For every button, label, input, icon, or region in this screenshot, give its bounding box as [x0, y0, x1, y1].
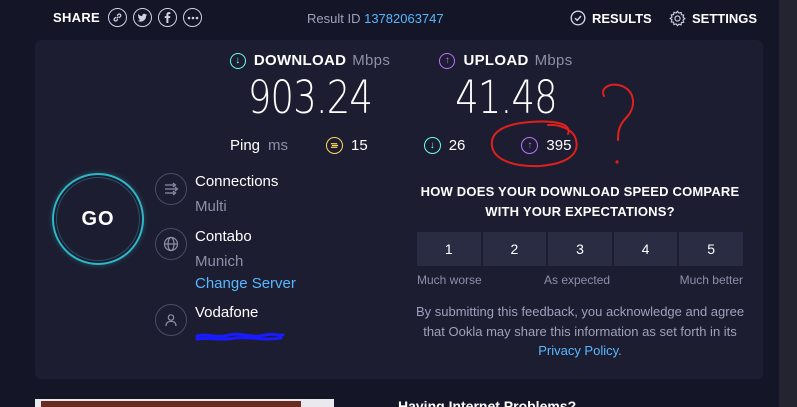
results-panel: ↓ DOWNLOAD Mbps 903.24 ↑ UPLOAD Mbps 41.… [35, 40, 763, 379]
rating-button-3[interactable]: 3 [548, 232, 612, 266]
facebook-icon[interactable] [158, 8, 178, 27]
ping-label: Ping [230, 137, 261, 154]
settings-button[interactable]: SETTINGS [669, 10, 757, 27]
more-icon[interactable] [183, 8, 203, 27]
upload-unit: Mbps [534, 52, 573, 69]
jitter-icon [326, 137, 344, 154]
ping-row: Ping ms 15 ↓ 26 ↑ 395 [230, 137, 627, 154]
rating-high-label: Much better [679, 273, 743, 287]
connections-mode: Multi [195, 198, 227, 215]
ping-download-value: 26 [448, 137, 466, 154]
download-label: DOWNLOAD [253, 52, 347, 69]
download-arrow-icon: ↓ [423, 137, 441, 154]
feedback-disclaimer-text: By submitting this feedback, you acknowl… [415, 304, 745, 339]
rating-mid-label: As expected [544, 273, 611, 287]
ping-idle: 15 [326, 137, 368, 154]
upload-value: 41.48 [455, 71, 557, 124]
ad-image [41, 401, 301, 407]
redaction-scribble [195, 332, 285, 341]
user-icon [155, 304, 187, 336]
rating-button-4[interactable]: 4 [613, 232, 678, 266]
download-unit: Mbps [352, 52, 391, 69]
advertisement[interactable]: ✕ [35, 399, 334, 407]
provider-name: Vodafone [195, 304, 259, 321]
connections-title: Connections [195, 173, 279, 190]
change-server-link[interactable]: Change Server [195, 275, 296, 292]
internet-problems-heading: Having Internet Problems? [398, 398, 577, 407]
twitter-icon[interactable] [133, 8, 153, 27]
scrollbar-track[interactable] [779, 0, 797, 407]
ping-upload-value: 395 [546, 137, 572, 154]
feedback-disclaimer-end: . [618, 343, 622, 358]
check-circle-icon [570, 10, 586, 26]
upload-arrow-icon: ↑ [521, 137, 539, 154]
settings-label: SETTINGS [692, 11, 758, 26]
ping-unit: ms [268, 137, 289, 154]
ping-idle-value: 15 [351, 137, 368, 154]
results-label: RESULTS [592, 10, 652, 26]
go-button[interactable]: GO [52, 173, 144, 265]
ping-upload: ↑ 395 [521, 137, 571, 154]
download-metric: ↓ DOWNLOAD Mbps 903.24 [223, 52, 397, 124]
rating-scale: 1 2 3 4 5 [417, 232, 743, 266]
rating-button-5[interactable]: 5 [679, 232, 743, 266]
top-bar: SHARE Result ID 13782063747 RESULTS SETT… [0, 0, 779, 36]
gear-icon [669, 10, 686, 27]
link-icon[interactable] [108, 8, 128, 27]
share-label: SHARE [53, 10, 101, 25]
rating-button-2[interactable]: 2 [482, 232, 547, 266]
result-id-label: Result ID [307, 11, 361, 26]
download-arrow-icon: ↓ [229, 52, 246, 69]
connections-icon [155, 173, 187, 205]
feedback-question: HOW DOES YOUR DOWNLOAD SPEED COMPARE WIT… [420, 184, 740, 219]
feedback-disclaimer: By submitting this feedback, you acknowl… [415, 302, 745, 361]
go-label: GO [56, 177, 140, 261]
results-button[interactable]: RESULTS [570, 10, 652, 26]
rating-low-label: Much worse [417, 273, 482, 287]
download-value: 903.24 [247, 71, 373, 124]
globe-icon [155, 228, 187, 260]
upload-arrow-icon: ↑ [439, 52, 456, 69]
rating-button-1[interactable]: 1 [417, 232, 481, 266]
server-name: Contabo [195, 228, 252, 245]
server-location: Munich [195, 253, 244, 270]
result-id: Result ID 13782063747 [307, 11, 444, 26]
privacy-policy-link[interactable]: Privacy Policy [538, 343, 618, 358]
share-group: SHARE [53, 8, 208, 27]
result-id-link[interactable]: 13782063747 [364, 11, 444, 26]
upload-label: UPLOAD [463, 52, 529, 69]
ping-download: ↓ 26 [423, 137, 466, 154]
upload-metric: ↑ UPLOAD Mbps 41.48 [431, 52, 581, 124]
